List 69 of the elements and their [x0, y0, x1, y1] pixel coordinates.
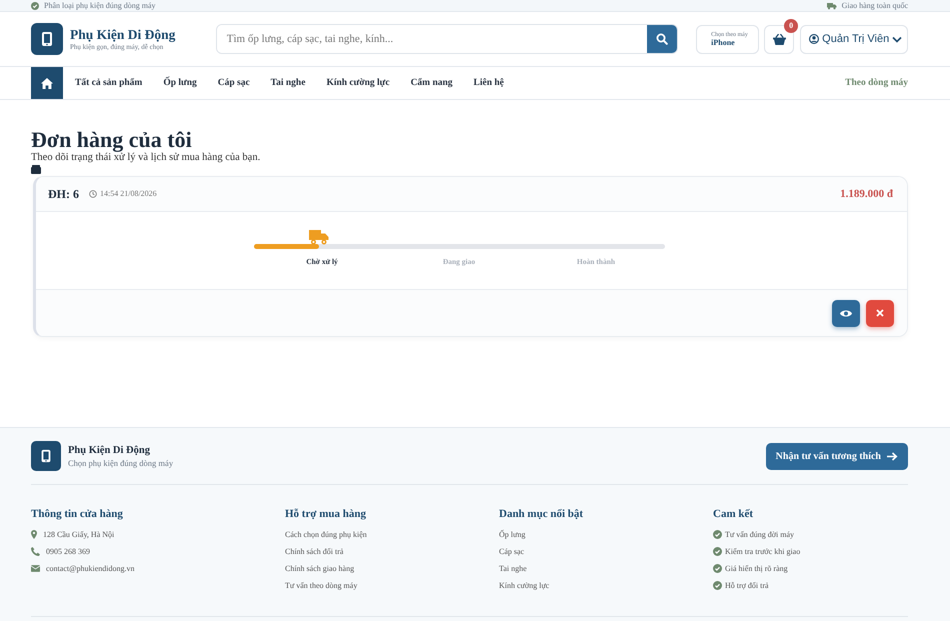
view-button[interactable] [832, 300, 860, 326]
logo[interactable] [31, 441, 61, 471]
nav-link[interactable]: Liên hệ [463, 67, 514, 99]
page-subtitle: Theo dõi trạng thái xử lý và lịch sử mua hàng của bạn. [31, 152, 262, 164]
home-button[interactable] [31, 67, 63, 99]
footer-tagline: Chọn phụ kiện đúng dòng máy [68, 458, 174, 468]
user-menu[interactable]: Quản Trị Viên [800, 24, 908, 54]
check-icon [713, 581, 722, 590]
commitment-text: Hỗ trợ đổi trả [725, 581, 769, 590]
close-icon [876, 309, 884, 317]
footer-link[interactable]: Chính sách giao hàng [285, 560, 499, 577]
nav-link[interactable]: Tất cả sản phẩm [63, 67, 153, 99]
footer-heading: Danh mục nổi bật [499, 508, 584, 520]
pin-icon [31, 530, 37, 539]
consult-button[interactable]: Nhận tư vấn tương thích [766, 442, 908, 470]
top-bar-text: Phân loại phụ kiện đúng dòng máy [44, 0, 156, 10]
footer-link[interactable]: Tư vấn theo dòng máy [285, 577, 499, 594]
contact-text: 0905 268 369 [46, 547, 90, 556]
phone-icon [31, 547, 40, 556]
arrow-right-icon [887, 452, 898, 460]
brand-name: Phụ Kiện Di Động [70, 27, 176, 43]
footer-heading: Hỗ trợ mua hàng [285, 508, 367, 520]
top-bar-text: Giao hàng toàn quốc [842, 0, 908, 10]
truck-icon [826, 2, 837, 10]
nav-link[interactable]: Tai nghe [260, 67, 316, 99]
clock-icon [89, 190, 97, 198]
nav-link[interactable]: Theo dòng máy [845, 78, 908, 88]
footer-link[interactable]: Chính sách đổi trả [285, 543, 499, 560]
nav-link[interactable]: Cẩm nang [400, 67, 464, 99]
check-icon [713, 530, 722, 539]
search-icon [656, 33, 668, 45]
phone-icon [39, 449, 53, 463]
search-field[interactable]: Tìm ốp lưng, cáp sạc, tai nghe, kính... [216, 24, 678, 54]
footer-heading: Thông tin cửa hàng [31, 508, 124, 520]
envelope-icon [31, 565, 40, 572]
user-icon [809, 34, 820, 44]
footer-link[interactable]: Cách chọn đúng phụ kiện [285, 526, 499, 543]
cancel-button[interactable] [866, 300, 894, 326]
footer-link[interactable]: Ốp lưng [499, 526, 713, 543]
nav-link[interactable]: Ốp lưng [152, 67, 208, 99]
search-button[interactable] [647, 25, 678, 53]
footer-link[interactable]: Cáp sạc [499, 543, 713, 560]
cart-count-badge: 0 [784, 18, 798, 32]
order-total: 1.189.000 đ [840, 188, 893, 200]
nav-link[interactable]: Cáp sạc [207, 67, 260, 99]
chevron-down-icon [892, 36, 902, 42]
order-time: 14:54 21/08/2026 [100, 189, 157, 199]
eye-icon [840, 308, 852, 318]
box-icon [31, 165, 41, 174]
logo[interactable] [31, 23, 63, 55]
commitment-text: Giá hiển thị rõ ràng [725, 564, 788, 573]
page-title: Đơn hàng của tôi [31, 128, 193, 152]
footer-brand-name: Phụ Kiện Di Động [68, 444, 151, 456]
check-icon [713, 564, 722, 573]
check-icon [713, 547, 722, 556]
contact-text: 128 Cầu Giấy, Hà Nội [43, 530, 114, 539]
phone-icon [39, 31, 55, 47]
footer-heading: Cam kết [713, 508, 754, 520]
home-icon [41, 78, 53, 88]
nav-link[interactable]: Kính cường lực [316, 67, 400, 99]
contact-text: contact@phukiendidong.vn [46, 564, 134, 573]
device-picker-value: iPhone [711, 38, 736, 46]
commitment-text: Kiểm tra trước khi giao [725, 547, 800, 556]
commitment-text: Tư vấn đúng đời máy [725, 530, 794, 539]
order-id: ĐH: 6 [48, 186, 79, 202]
basket-icon [772, 34, 786, 44]
footer-link[interactable]: Tai nghe [499, 560, 713, 577]
cart-button[interactable] [764, 24, 794, 54]
footer-link[interactable]: Kính cường lực [499, 577, 713, 594]
